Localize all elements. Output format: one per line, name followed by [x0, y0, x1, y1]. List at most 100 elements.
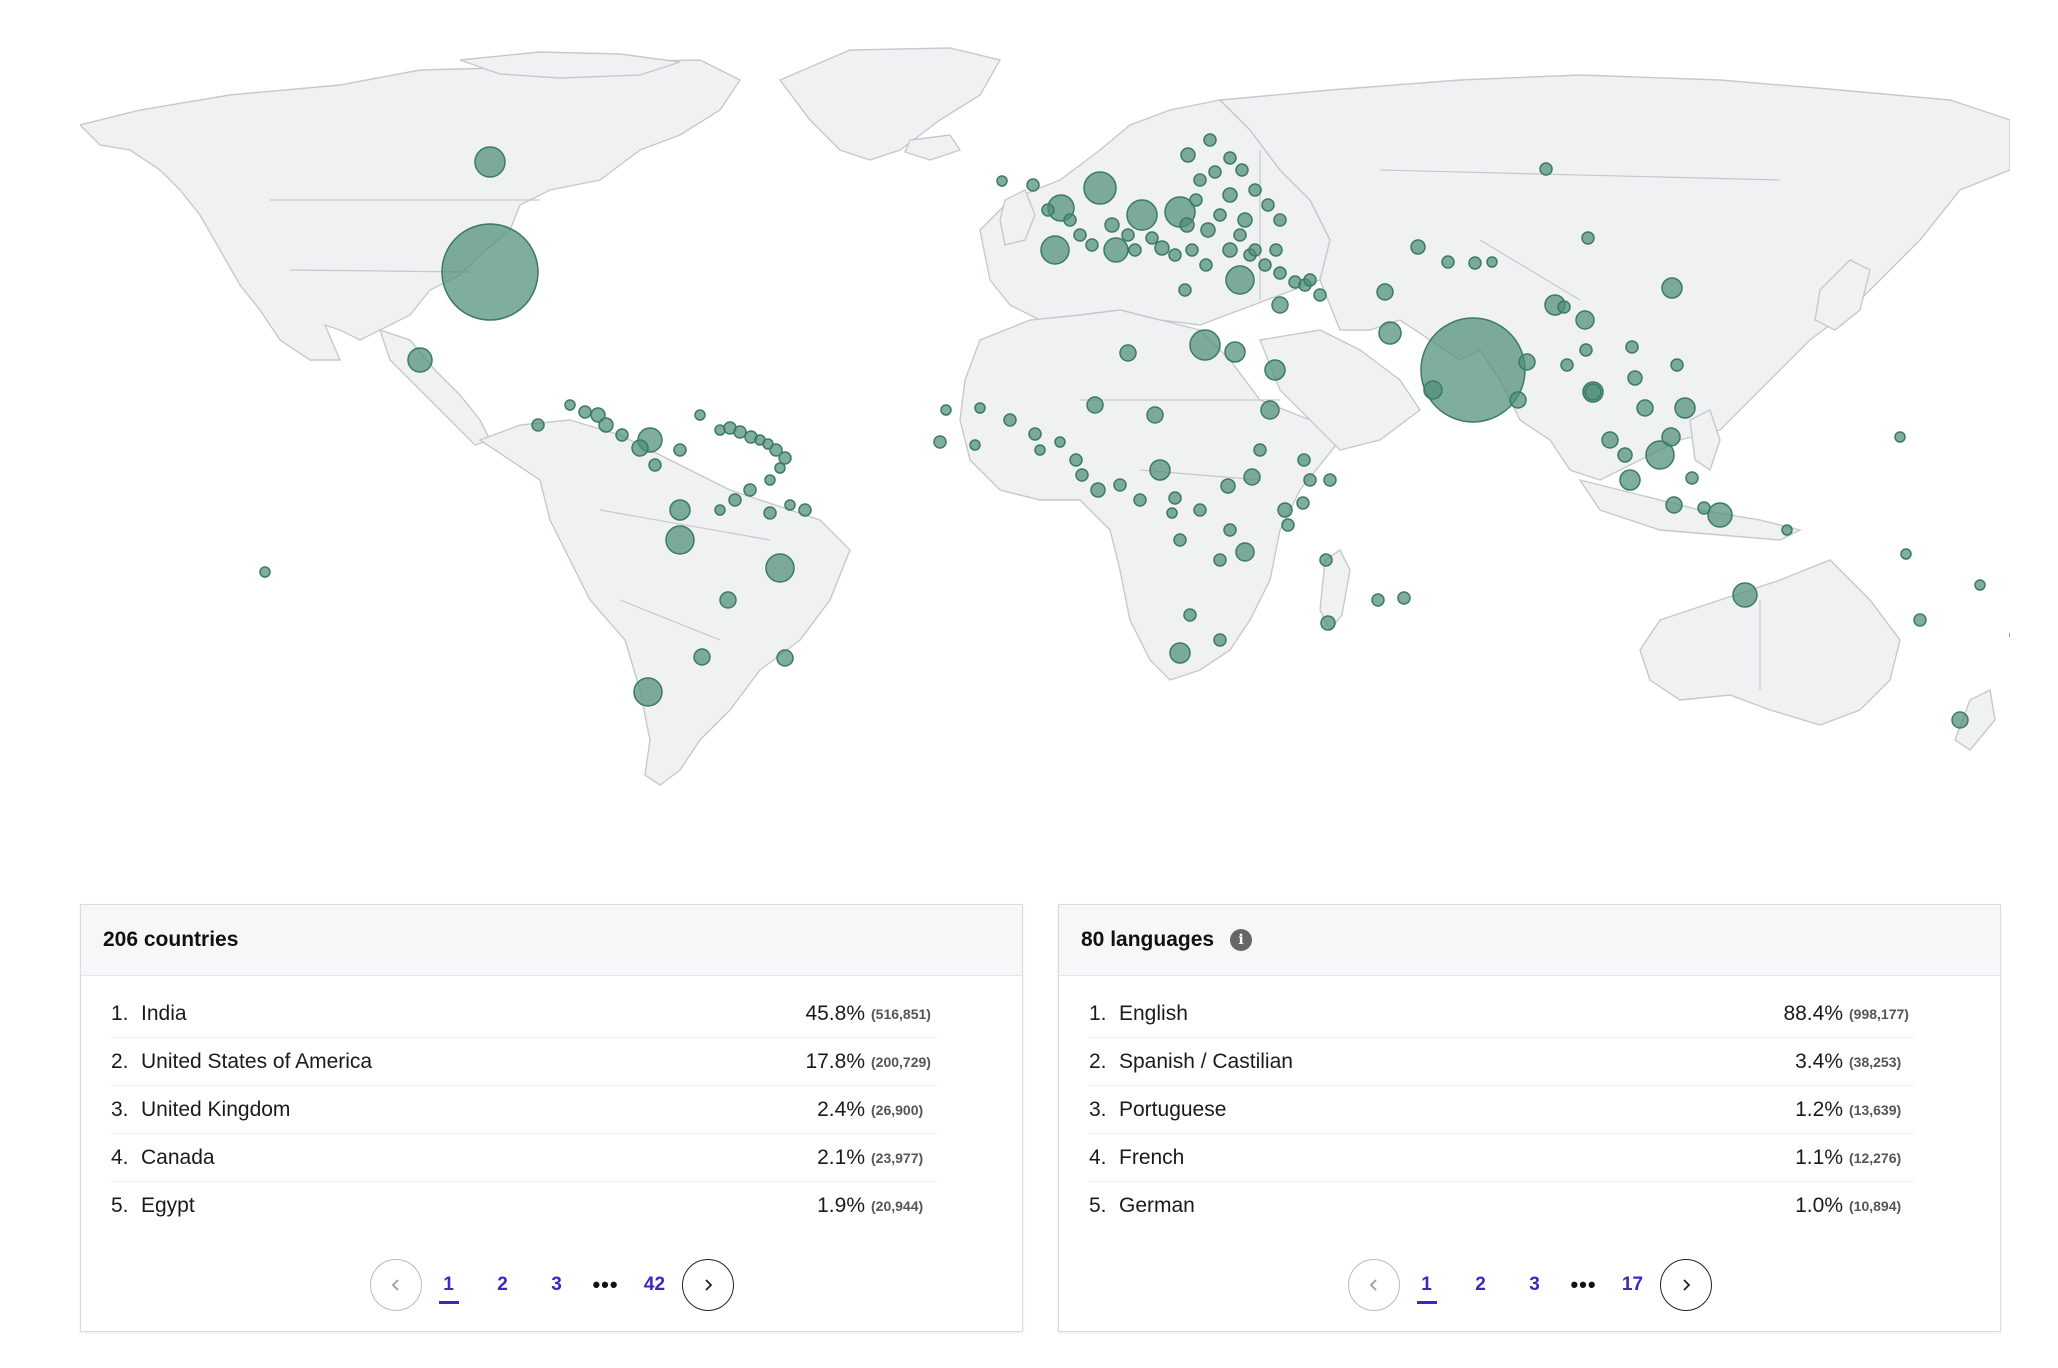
country-bubble[interactable] [1200, 222, 1216, 238]
country-bubble[interactable] [441, 223, 539, 321]
country-bubble[interactable] [1086, 396, 1104, 414]
list-item[interactable]: 3. United Kingdom 2.4% (26,900) [111, 1086, 937, 1134]
prev-page-button[interactable] [369, 1259, 422, 1311]
country-bubble[interactable] [1468, 256, 1482, 270]
country-bubble[interactable] [665, 525, 695, 555]
country-bubble[interactable] [778, 451, 792, 465]
country-bubble[interactable] [1154, 240, 1170, 256]
country-bubble[interactable] [1220, 478, 1236, 494]
country-bubble[interactable] [1707, 502, 1733, 528]
country-bubble[interactable] [1026, 178, 1040, 192]
country-bubble[interactable] [714, 504, 726, 516]
country-bubble[interactable] [996, 175, 1008, 187]
country-bubble[interactable] [693, 648, 711, 666]
country-bubble[interactable] [1732, 582, 1758, 608]
country-bubble[interactable] [1224, 341, 1246, 363]
country-bubble[interactable] [1273, 266, 1287, 280]
country-bubble[interactable] [1258, 258, 1272, 272]
info-icon[interactable]: i [1230, 929, 1253, 951]
list-item[interactable]: 2. United States of America 17.8% (200,7… [111, 1038, 937, 1086]
country-bubble[interactable] [1397, 591, 1411, 605]
country-bubble[interactable] [1223, 523, 1237, 537]
country-bubble[interactable] [1126, 199, 1158, 231]
country-bubble[interactable] [1320, 615, 1336, 631]
country-bubble[interactable] [631, 439, 649, 457]
country-bubble[interactable] [1149, 459, 1171, 481]
country-bubble[interactable] [669, 499, 691, 521]
country-bubble[interactable] [1296, 496, 1310, 510]
last-page-button[interactable]: 42 [628, 1264, 682, 1306]
country-bubble[interactable] [1303, 273, 1317, 287]
country-bubble[interactable] [1661, 427, 1681, 447]
country-bubble[interactable] [633, 677, 663, 707]
country-bubble[interactable] [1113, 478, 1127, 492]
country-bubble[interactable] [1900, 548, 1912, 560]
country-bubble[interactable] [1269, 243, 1283, 257]
country-bubble[interactable] [733, 425, 747, 439]
country-bubble[interactable] [1223, 151, 1237, 165]
country-bubble[interactable] [1697, 501, 1711, 515]
country-bubble[interactable] [719, 591, 737, 609]
country-bubble[interactable] [1233, 228, 1247, 242]
country-bubble[interactable] [1203, 133, 1217, 147]
country-bubble[interactable] [1168, 491, 1182, 505]
country-bubble[interactable] [1173, 533, 1187, 547]
country-bubble[interactable] [1486, 256, 1498, 268]
country-bubble[interactable] [763, 506, 777, 520]
country-bubble[interactable] [1248, 243, 1262, 257]
country-bubble[interactable] [1193, 173, 1207, 187]
country-bubble[interactable] [1685, 471, 1699, 485]
country-bubble[interactable] [1069, 453, 1083, 467]
page-1-button[interactable]: 1 [1400, 1264, 1454, 1306]
country-bubble[interactable] [969, 439, 981, 451]
country-bubble[interactable] [1248, 183, 1262, 197]
country-bubble[interactable] [1913, 613, 1927, 627]
country-bubble[interactable] [1579, 343, 1593, 357]
country-bubble[interactable] [578, 405, 592, 419]
country-bubble[interactable] [1168, 248, 1182, 262]
country-bubble[interactable] [1179, 217, 1195, 233]
country-bubble[interactable] [1894, 431, 1906, 443]
country-bubble[interactable] [1410, 239, 1426, 255]
country-bubble[interactable] [1277, 502, 1293, 518]
country-bubble[interactable] [1169, 642, 1191, 664]
next-page-button[interactable] [681, 1259, 734, 1311]
country-bubble[interactable] [1303, 473, 1317, 487]
country-bubble[interactable] [1166, 507, 1178, 519]
country-bubble[interactable] [1441, 255, 1455, 269]
country-bubble[interactable] [1041, 203, 1055, 217]
last-page-button[interactable]: 17 [1606, 1264, 1660, 1306]
page-1-button[interactable]: 1 [422, 1264, 476, 1306]
country-bubble[interactable] [1119, 344, 1137, 362]
country-bubble[interactable] [1557, 300, 1571, 314]
country-bubble[interactable] [743, 483, 757, 497]
country-bubble[interactable] [1617, 447, 1633, 463]
country-bubble[interactable] [1509, 391, 1527, 409]
country-bubble[interactable] [1034, 444, 1046, 456]
country-bubble[interactable] [1951, 711, 1969, 729]
country-bubble[interactable] [564, 399, 576, 411]
country-bubble[interactable] [1273, 213, 1287, 227]
country-bubble[interactable] [1674, 397, 1696, 419]
country-bubble[interactable] [1661, 277, 1683, 299]
country-bubble[interactable] [974, 402, 986, 414]
country-bubble[interactable] [1225, 265, 1255, 295]
country-bubble[interactable] [798, 503, 812, 517]
country-bubble[interactable] [1264, 359, 1286, 381]
country-bubble[interactable] [1974, 579, 1986, 591]
country-bubble[interactable] [1073, 228, 1087, 242]
country-bubble[interactable] [1281, 518, 1295, 532]
country-bubble[interactable] [728, 493, 742, 507]
country-bubble[interactable] [474, 146, 506, 178]
country-bubble[interactable] [1103, 237, 1129, 263]
list-item[interactable]: 5. Egypt 1.9% (20,944) [111, 1182, 937, 1229]
country-bubble[interactable] [1090, 482, 1106, 498]
next-page-button[interactable] [1659, 1259, 1712, 1311]
country-bubble[interactable] [1319, 553, 1333, 567]
country-bubble[interactable] [1627, 370, 1643, 386]
country-bubble[interactable] [1539, 162, 1553, 176]
country-bubble[interactable] [765, 553, 795, 583]
list-item[interactable]: 5. German 1.0% (10,894) [1089, 1182, 1915, 1229]
country-bubble[interactable] [1235, 542, 1255, 562]
list-item[interactable]: 4. French 1.1% (12,276) [1089, 1134, 1915, 1182]
